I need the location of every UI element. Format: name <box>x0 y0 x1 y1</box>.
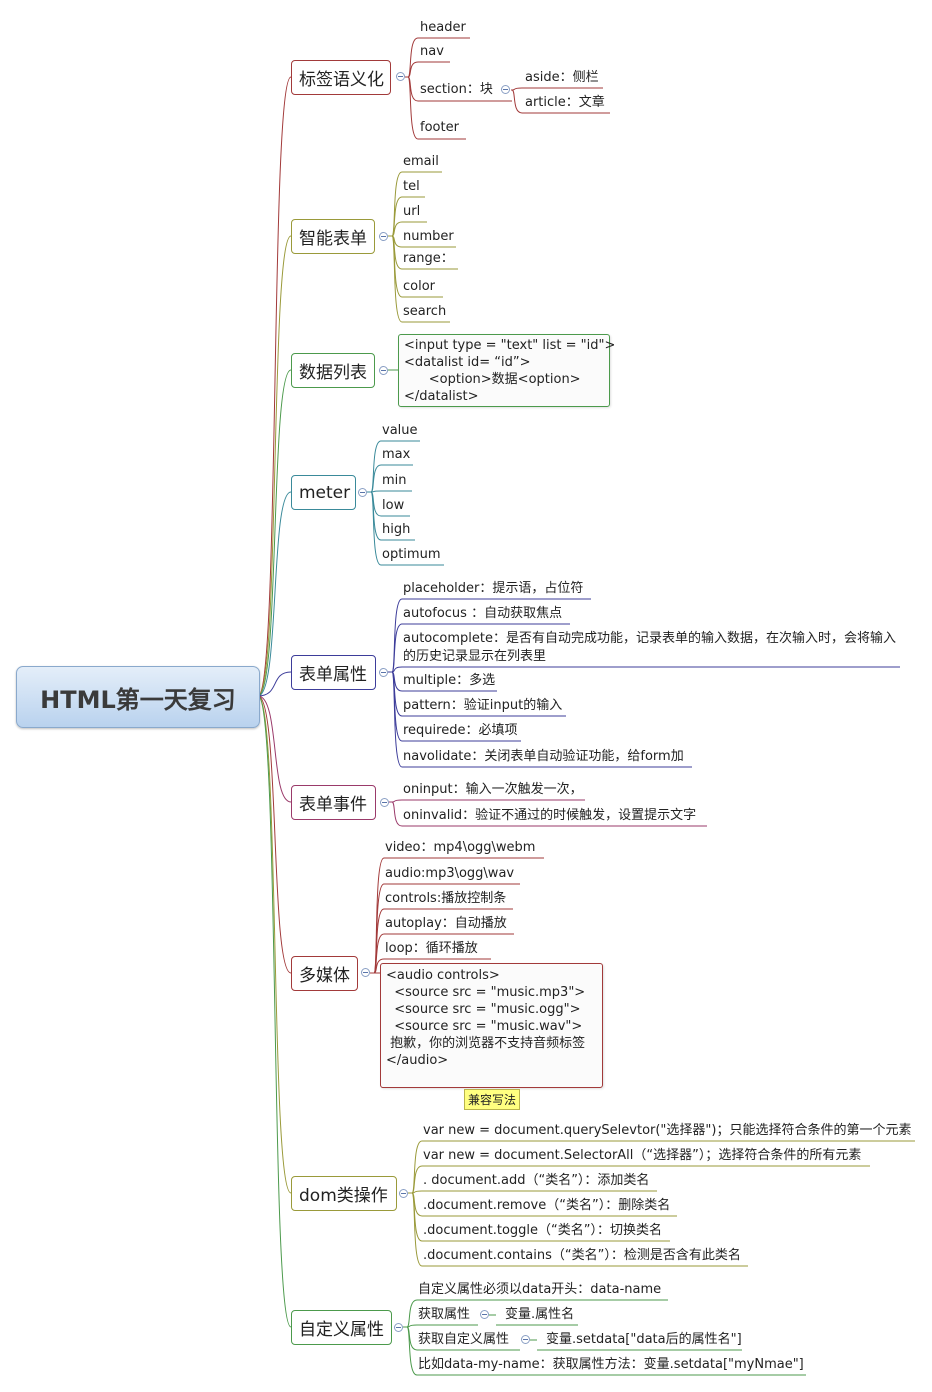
meter-item: min <box>382 473 407 488</box>
collapse-icon[interactable] <box>361 968 370 977</box>
dom-op-item: .document.remove（“类名”）：删除类名 <box>423 1198 671 1213</box>
connector-line <box>257 695 292 1328</box>
semantic-item-section: section：块 <box>420 82 493 97</box>
connector-line <box>407 61 450 78</box>
dom-op-item: var new = document.SelectorAll（“选择器”）；选择… <box>423 1148 862 1163</box>
media-item: video：mp4\ogg\webm <box>385 840 536 855</box>
collapse-icon[interactable] <box>379 668 388 677</box>
topic-smart-form[interactable]: 智能表单 <box>291 219 375 254</box>
connector-line <box>391 666 900 673</box>
smart-form-item: search <box>403 304 447 319</box>
connector-line <box>411 1190 657 1194</box>
semantic-item-nav: nav <box>420 44 444 59</box>
audio-code-box: <audio controls> <source src = "music.mp… <box>380 963 603 1088</box>
collapse-icon[interactable] <box>379 232 388 241</box>
compatibility-note: 兼容写法 <box>464 1089 521 1110</box>
topic-form-events[interactable]: 表单事件 <box>291 785 376 820</box>
collapse-icon[interactable] <box>396 72 405 81</box>
meter-item: low <box>382 498 405 513</box>
topic-meter[interactable]: meter <box>291 475 356 510</box>
topic-dom-class-ops[interactable]: dom类操作 <box>291 1176 397 1211</box>
meter-item: optimum <box>382 547 441 562</box>
code-line: <input type = "text" list = "id"> <box>404 338 616 353</box>
topic-semantic[interactable]: 标签语义化 <box>291 60 391 95</box>
semantic-item-header: header <box>420 20 466 35</box>
collapse-icon[interactable] <box>379 366 388 375</box>
collapse-icon[interactable] <box>480 1310 489 1319</box>
meter-item: value <box>382 423 418 438</box>
form-attr-item: navolidate：关闭表单自动验证功能，给form加 <box>403 749 684 764</box>
topic-custom-attributes[interactable]: 自定义属性 <box>291 1310 392 1345</box>
connector-line <box>511 87 603 91</box>
media-item: autoplay：自动播放 <box>385 916 507 931</box>
connector-line <box>406 1324 478 1328</box>
code-line: <source src = "music.ogg"> <box>386 1002 581 1017</box>
smart-form-item: number <box>403 229 454 244</box>
code-line: <audio controls> <box>386 968 500 983</box>
connector-line <box>391 799 585 803</box>
custom-attr-item: 获取自定义属性 <box>418 1332 510 1347</box>
connector-line <box>370 490 412 493</box>
form-attr-item: autofocus ：自动获取焦点 <box>403 606 563 621</box>
dom-op-item: . document.add（“类名”）：添加类名 <box>423 1173 650 1188</box>
datalist-code-box: <input type = "text" list = "id"> <datal… <box>398 334 616 407</box>
code-line: </datalist> <box>404 389 479 404</box>
form-attr-item: requirede：必填项 <box>403 723 518 738</box>
collapse-icon[interactable] <box>521 1335 530 1344</box>
topic-datalist[interactable]: 数据列表 <box>291 353 375 388</box>
code-line: </audio> <box>386 1053 449 1068</box>
code-line: <datalist id= “id”> <box>404 355 531 370</box>
topic-form-attributes[interactable]: 表单属性 <box>291 655 376 690</box>
connector-line <box>257 235 292 697</box>
smart-form-item: range： <box>403 251 454 266</box>
form-attr-item: autocomplete：是否有自动完成功能，记录表单的输入数据，在次输入时，会… <box>403 631 896 664</box>
collapse-icon[interactable] <box>399 1189 408 1198</box>
form-attr-item: placeholder：提示语，占位符 <box>403 581 584 596</box>
media-item: audio:mp3\ogg\wav <box>385 866 515 881</box>
code-line: <option>数据<option> <box>404 372 581 387</box>
semantic-item-footer: footer <box>420 120 459 135</box>
topic-multimedia[interactable]: 多媒体 <box>291 956 358 991</box>
form-attr-item: multiple：多选 <box>403 673 496 688</box>
form-attr-item: pattern：验证input的输入 <box>403 698 563 713</box>
semantic-item-aside: aside：侧栏 <box>525 70 599 85</box>
media-item: controls:播放控制条 <box>385 891 507 906</box>
custom-attr-item: 自定义属性必须以data开头：data-name <box>418 1282 662 1297</box>
form-event-item: oninvalid：验证不通过的时候触发，设置提示文字 <box>403 808 697 823</box>
code-line: <source src = "music.wav"> <box>386 1019 583 1034</box>
root-topic[interactable]: HTML第一天复习 <box>16 666 260 728</box>
collapse-icon[interactable] <box>501 85 510 94</box>
dom-op-item: .document.contains（“类名”）：检测是否含有此类名 <box>423 1248 741 1263</box>
collapse-icon[interactable] <box>394 1323 403 1332</box>
dom-op-item: var new = document.querySelevtor("选择器")；… <box>423 1123 912 1138</box>
code-line: <source src = "music.mp3"> <box>386 985 586 1000</box>
connector-line <box>257 491 292 697</box>
code-line: 抱歉，你的浏览器不支持音频标签 <box>386 1036 586 1051</box>
custom-attr-subitem: 变量.属性名 <box>505 1307 575 1322</box>
custom-attr-item: 获取属性 <box>418 1307 471 1322</box>
form-event-item: oninput：输入一次触发一次， <box>403 782 583 797</box>
smart-form-item: tel <box>403 179 420 194</box>
media-item: loop：循环播放 <box>385 941 478 956</box>
custom-attr-item: 比如data-my-name：获取属性方法：变量.setdata["myNmae… <box>418 1357 804 1372</box>
meter-item: max <box>382 447 411 462</box>
collapse-icon[interactable] <box>358 488 367 497</box>
meter-item: high <box>382 522 411 537</box>
smart-form-item: color <box>403 279 436 294</box>
connector-line <box>257 695 292 803</box>
smart-form-item: url <box>403 204 421 219</box>
collapse-icon[interactable] <box>380 798 389 807</box>
connector-line <box>257 695 292 1194</box>
custom-attr-subitem: 变量.setdata["data后的属性名"] <box>546 1332 742 1347</box>
semantic-item-article: article：文章 <box>525 95 605 110</box>
dom-op-item: .document.toggle（“类名”）：切换类名 <box>423 1223 662 1238</box>
smart-form-item: email <box>403 154 439 169</box>
